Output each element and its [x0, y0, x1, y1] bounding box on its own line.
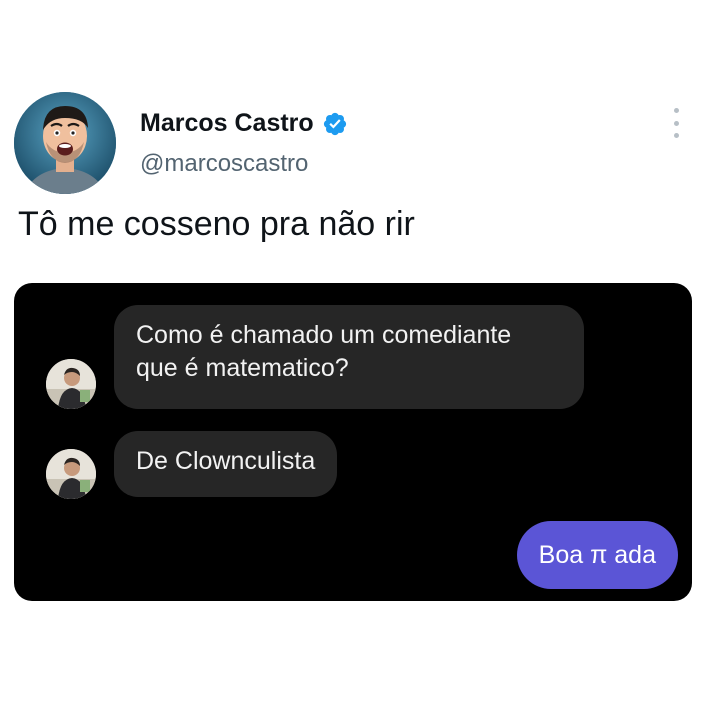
message-text: Boa π ada: [538, 541, 656, 569]
profile-avatar[interactable]: [14, 92, 116, 194]
message-text: que é matematico?: [136, 354, 349, 382]
message-text: De Clownculista: [136, 447, 316, 475]
tweet-text: Tô me cosseno pra não rir: [18, 205, 415, 243]
contact-photo-icon: [46, 449, 96, 499]
verified-badge-icon: [322, 111, 348, 137]
user-handle[interactable]: @marcoscastro: [140, 150, 308, 178]
message-bubble-incoming: De Clownculista: [114, 431, 338, 497]
more-options-icon[interactable]: [664, 108, 688, 138]
message-bubble-incoming: Como é chamado um comediante que é matem…: [114, 305, 584, 409]
contact-avatar: [46, 449, 96, 499]
display-name[interactable]: Marcos Castro: [140, 109, 314, 138]
message-bubble-outgoing: Boa π ada: [516, 521, 678, 589]
tweet-screenshot: Marcos Castro @marcoscastro Tô me cossen…: [0, 0, 704, 704]
person-photo-icon: [14, 92, 116, 194]
display-name-row[interactable]: Marcos Castro: [140, 109, 348, 138]
contact-avatar: [46, 359, 96, 409]
contact-photo-icon: [46, 359, 96, 409]
chat-screenshot: Como é chamado um comediante que é matem…: [14, 283, 692, 601]
message-text: Como é chamado um comediante: [136, 321, 512, 349]
